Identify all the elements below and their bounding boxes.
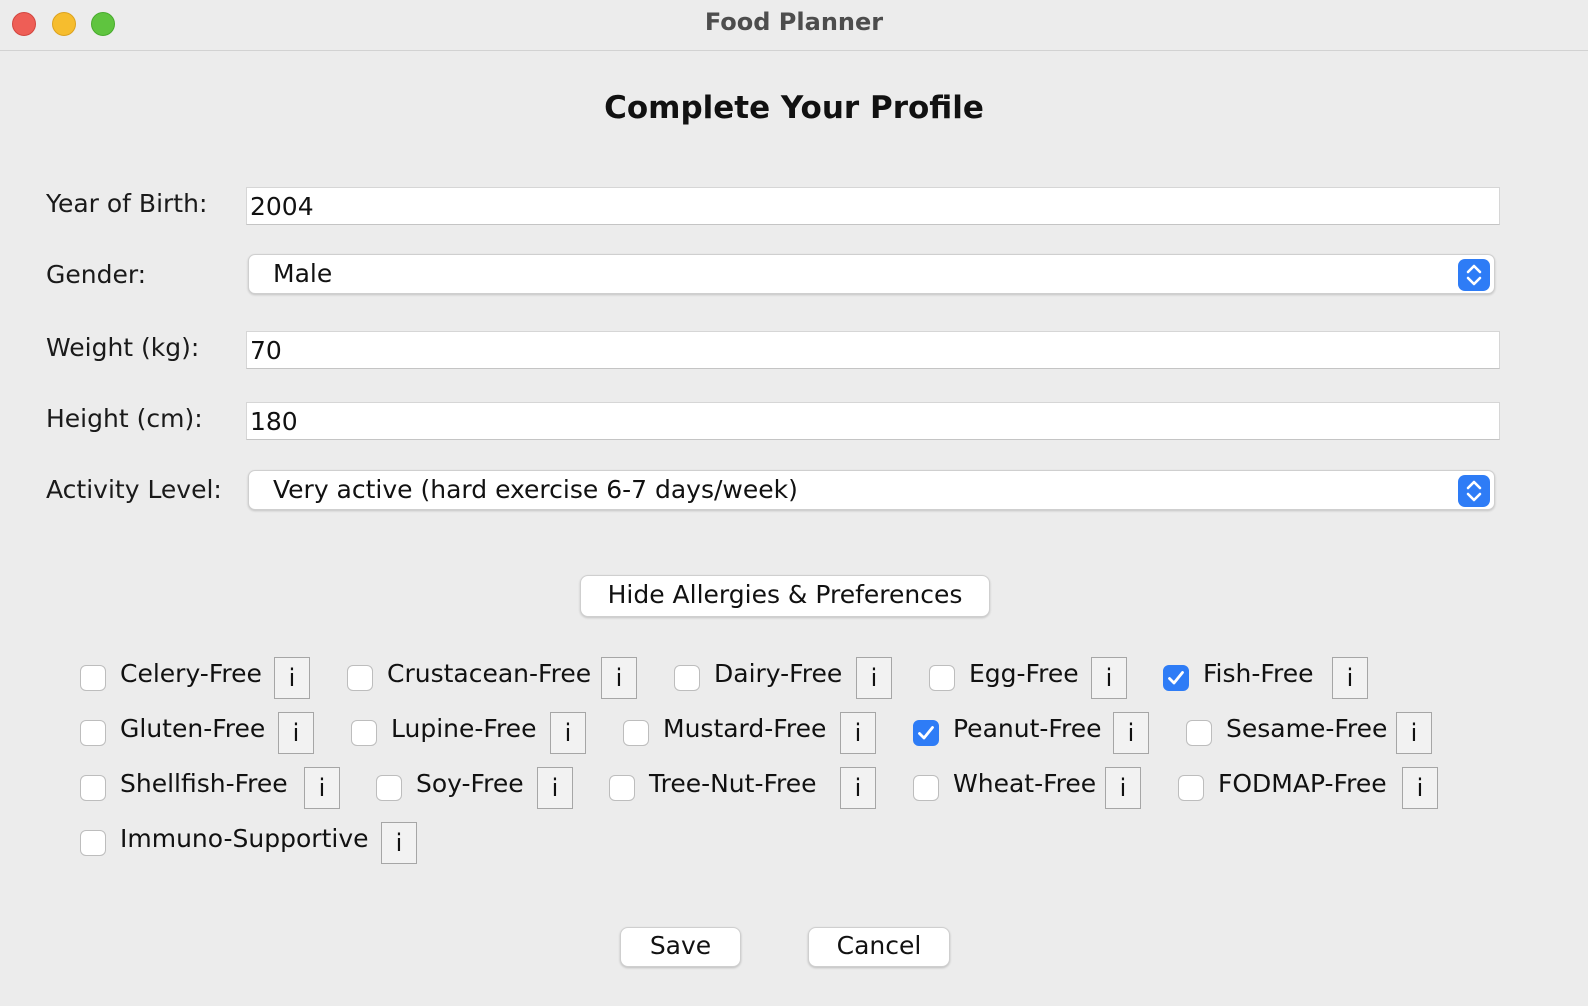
weight-label: Weight (kg): (46, 333, 200, 362)
soy-free-checkbox[interactable] (376, 775, 402, 801)
info-button[interactable]: i (1332, 657, 1368, 699)
immuno-supportive-checkbox[interactable] (80, 830, 106, 856)
sesame-free-checkbox[interactable] (1186, 720, 1212, 746)
info-button[interactable]: i (601, 657, 637, 699)
activity-level-select-value: Very active (hard exercise 6-7 days/week… (273, 475, 798, 504)
info-button[interactable]: i (840, 767, 876, 809)
tree-nut-free-checkbox[interactable] (609, 775, 635, 801)
window-title: Food Planner (704, 8, 884, 36)
info-button[interactable]: i (1402, 767, 1438, 809)
allergy-label: Mustard-Free (663, 714, 827, 743)
egg-free-checkbox[interactable] (929, 665, 955, 691)
gender-select[interactable]: Male (248, 254, 1495, 294)
gluten-free-checkbox[interactable] (80, 720, 106, 746)
year-of-birth-input[interactable] (246, 187, 1500, 225)
info-button[interactable]: i (278, 712, 314, 754)
shellfish-free-checkbox[interactable] (80, 775, 106, 801)
info-button[interactable]: i (381, 822, 417, 864)
height-label: Height (cm): (46, 404, 203, 433)
allergy-label: FODMAP-Free (1218, 769, 1387, 798)
allergy-label: Tree-Nut-Free (649, 769, 817, 798)
select-arrows-icon (1458, 475, 1490, 507)
allergy-label: Peanut-Free (953, 714, 1102, 743)
save-button[interactable]: Save (620, 927, 741, 967)
info-button[interactable]: i (537, 767, 573, 809)
gender-select-value: Male (273, 259, 333, 288)
allergy-label: Lupine-Free (391, 714, 537, 743)
year-of-birth-label: Year of Birth: (46, 189, 208, 218)
fodmap-free-checkbox[interactable] (1178, 775, 1204, 801)
crustacean-free-checkbox[interactable] (347, 665, 373, 691)
info-button[interactable]: i (1396, 712, 1432, 754)
celery-free-checkbox[interactable] (80, 665, 106, 691)
lupine-free-checkbox[interactable] (351, 720, 377, 746)
info-button[interactable]: i (1113, 712, 1149, 754)
allergy-label: Soy-Free (416, 769, 524, 798)
info-button[interactable]: i (840, 712, 876, 754)
allergy-label: Egg-Free (969, 659, 1079, 688)
info-button[interactable]: i (856, 657, 892, 699)
page-title: Complete Your Profile (604, 90, 984, 126)
wheat-free-checkbox[interactable] (913, 775, 939, 801)
allergy-label: Shellfish-Free (120, 769, 288, 798)
hide-allergies-button[interactable]: Hide Allergies & Preferences (580, 575, 990, 617)
dairy-free-checkbox[interactable] (674, 665, 700, 691)
allergy-label: Gluten-Free (120, 714, 266, 743)
cancel-button[interactable]: Cancel (808, 927, 950, 967)
activity-level-select[interactable]: Very active (hard exercise 6-7 days/week… (248, 470, 1495, 510)
allergy-label: Dairy-Free (714, 659, 843, 688)
allergy-label: Celery-Free (120, 659, 262, 688)
checkmark-icon (918, 726, 934, 740)
info-button[interactable]: i (550, 712, 586, 754)
height-input[interactable] (246, 402, 1500, 440)
allergy-label: Wheat-Free (953, 769, 1097, 798)
select-arrows-icon (1458, 259, 1490, 291)
weight-input[interactable] (246, 331, 1500, 369)
allergy-label: Immuno-Supportive (120, 824, 369, 853)
fish-free-checkbox[interactable] (1163, 665, 1189, 691)
info-button[interactable]: i (304, 767, 340, 809)
mustard-free-checkbox[interactable] (623, 720, 649, 746)
checkmark-icon (1168, 671, 1184, 685)
info-button[interactable]: i (1091, 657, 1127, 699)
activity-level-label: Activity Level: (46, 475, 222, 504)
allergy-label: Sesame-Free (1226, 714, 1388, 743)
allergy-label: Crustacean-Free (387, 659, 592, 688)
info-button[interactable]: i (274, 657, 310, 699)
info-button[interactable]: i (1105, 767, 1141, 809)
peanut-free-checkbox[interactable] (913, 720, 939, 746)
allergy-label: Fish-Free (1203, 659, 1314, 688)
gender-label: Gender: (46, 260, 147, 289)
title-bar: Food Planner (0, 0, 1588, 51)
